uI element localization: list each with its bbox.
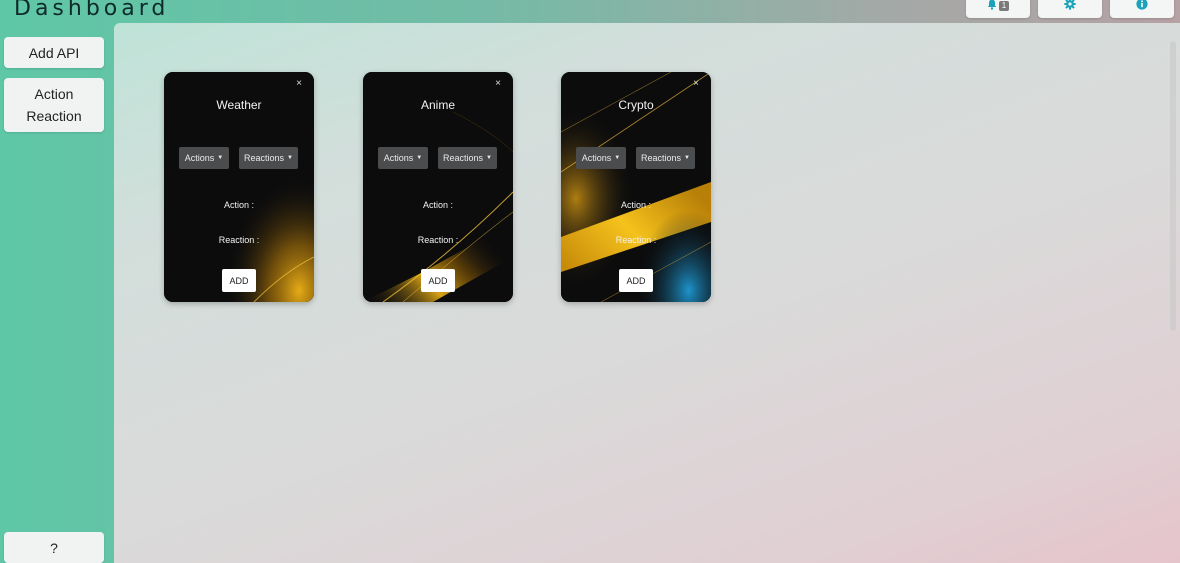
action-label: Action : — [223, 200, 254, 210]
actions-dropdown[interactable]: Actions ▼ — [179, 147, 229, 169]
actions-dropdown-label: Actions — [383, 153, 414, 163]
caret-down-icon: ▼ — [287, 155, 293, 161]
add-button[interactable]: ADD — [421, 269, 455, 292]
settings-button[interactable] — [1038, 0, 1102, 18]
reaction-label: Reaction : — [218, 235, 260, 245]
card-title: Crypto — [618, 98, 654, 112]
close-icon[interactable]: × — [495, 78, 501, 89]
reactions-dropdown[interactable]: Reactions ▼ — [636, 147, 695, 169]
add-api-button[interactable]: Add API — [4, 37, 104, 68]
actions-dropdown[interactable]: Actions ▼ — [576, 147, 626, 169]
actions-dropdown-label: Actions — [581, 153, 612, 163]
close-icon[interactable]: × — [296, 78, 302, 89]
info-button[interactable] — [1110, 0, 1174, 18]
help-button[interactable]: ? — [4, 532, 104, 563]
reactions-dropdown-label: Reactions — [641, 153, 682, 163]
reactions-dropdown[interactable]: Reactions ▼ — [239, 147, 298, 169]
reactions-dropdown[interactable]: Reactions ▼ — [438, 147, 497, 169]
api-card-crypto: × Crypto Actions ▼ Reactions ▼ Action : … — [561, 72, 711, 302]
actions-dropdown-label: Actions — [184, 153, 215, 163]
notifications-button[interactable]: 1 — [966, 0, 1030, 18]
close-icon[interactable]: × — [693, 78, 699, 89]
add-button[interactable]: ADD — [222, 269, 256, 292]
caret-down-icon: ▼ — [614, 155, 621, 161]
page-title: Dashboard — [14, 0, 170, 21]
action-label: Action : — [620, 200, 651, 210]
reaction-label: Reaction : — [417, 235, 459, 245]
add-button[interactable]: ADD — [619, 269, 653, 292]
caret-down-icon: ▼ — [684, 155, 690, 161]
gear-icon — [1064, 0, 1076, 15]
reaction-label: Reaction : — [615, 235, 657, 245]
bell-icon — [987, 0, 997, 15]
notification-count-badge: 1 — [998, 1, 1010, 11]
caret-down-icon: ▼ — [416, 155, 423, 161]
action-reaction-button[interactable]: Action Reaction — [4, 78, 104, 132]
card-title: Weather — [216, 98, 262, 112]
add-api-label: Add API — [28, 44, 80, 61]
info-icon — [1136, 0, 1148, 15]
scrollbar[interactable] — [1170, 41, 1176, 331]
caret-down-icon: ▼ — [486, 155, 492, 161]
action-reaction-label-line2: Reaction — [26, 108, 82, 124]
actions-dropdown[interactable]: Actions ▼ — [378, 147, 428, 169]
reactions-dropdown-label: Reactions — [244, 153, 285, 163]
action-label: Action : — [422, 200, 453, 210]
main-panel: × Weather Actions ▼ Reactions ▼ Action :… — [114, 23, 1180, 563]
reactions-dropdown-label: Reactions — [443, 153, 484, 163]
card-title: Anime — [420, 98, 455, 112]
action-reaction-label-line1: Action — [34, 86, 74, 102]
api-card-anime: × Anime Actions ▼ Reactions ▼ Action : R… — [363, 72, 513, 302]
caret-down-icon: ▼ — [217, 155, 224, 161]
help-label: ? — [50, 539, 58, 556]
api-card-weather: × Weather Actions ▼ Reactions ▼ Action :… — [164, 72, 314, 302]
